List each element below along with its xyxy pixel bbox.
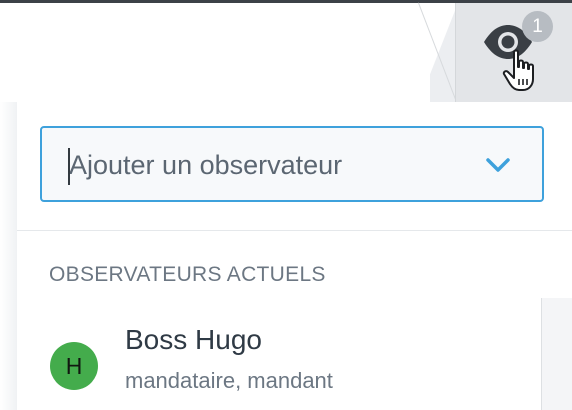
divider: [17, 230, 572, 231]
add-watcher-input[interactable]: [69, 145, 469, 185]
scrollbar-track[interactable]: [541, 298, 572, 410]
watcher-list-item[interactable]: H Boss Hugo mandataire, mandant: [17, 312, 539, 410]
watcher-role: mandataire, mandant: [125, 368, 333, 393]
watcher-name: Boss Hugo: [125, 324, 262, 355]
chevron-down-icon[interactable]: [483, 154, 513, 176]
watchers-count-badge: 1: [522, 11, 553, 42]
panel-shadow: [0, 102, 17, 410]
watchers-button[interactable]: 1: [455, 3, 572, 102]
avatar: H: [50, 342, 98, 390]
text-caret: [68, 148, 70, 185]
watchers-dropdown: OBSERVATEURS ACTUELS H Boss Hugo mandata…: [17, 102, 572, 410]
header-bar: [0, 3, 430, 105]
current-watchers-heading: OBSERVATEURS ACTUELS: [49, 263, 326, 286]
hand-cursor-icon: [502, 49, 534, 91]
add-watcher-select[interactable]: [40, 126, 544, 202]
